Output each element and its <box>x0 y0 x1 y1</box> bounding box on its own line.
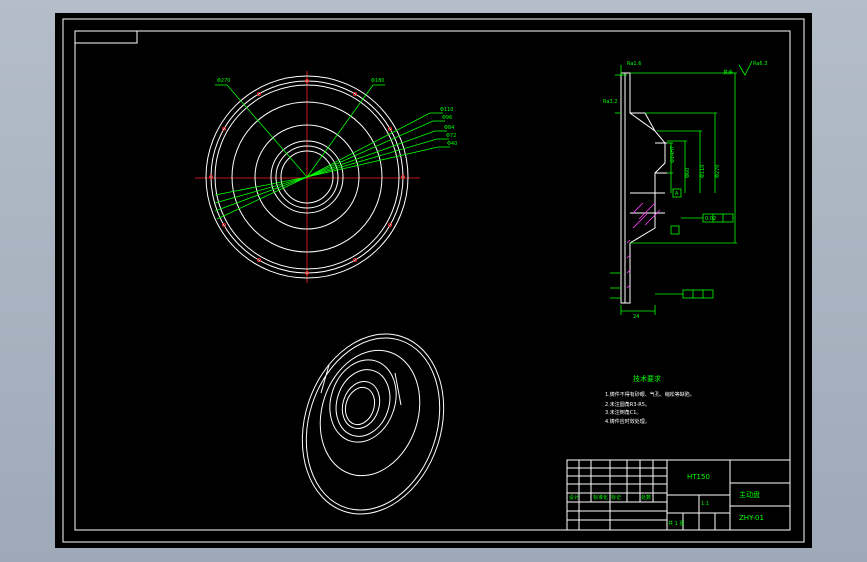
front-label-7: Φ40 <box>447 141 457 147</box>
outer-border <box>62 18 805 543</box>
roughness-symbol <box>738 60 753 76</box>
drawing-sheet: Φ270 Φ180 Φ110 Φ96 Φ84 Φ72 Φ40 Ra1.6 Ra3… <box>55 13 812 548</box>
tech-item-4: 4.铸件应时效处理。 <box>605 418 650 425</box>
side-label-outer: Φ270 <box>715 165 721 178</box>
tb-label-count: 处数 <box>641 494 651 501</box>
side-label-datum: A <box>675 191 679 197</box>
side-label-bore: Φ24H7 <box>670 146 676 163</box>
drawing-canvas: Φ270 Φ180 Φ110 Φ96 Φ84 Φ72 Φ40 Ra1.6 Ra3… <box>62 18 805 543</box>
side-section-view: Ra1.6 Ra3.2 Φ24H7 Φ60 Φ110 Φ270 0.02 A 2… <box>603 61 737 320</box>
front-label-2: Φ180 <box>371 78 384 84</box>
front-view: Φ270 Φ180 Φ110 Φ96 Φ84 Φ72 Φ40 <box>195 71 457 283</box>
isometric-view <box>301 333 445 515</box>
side-label-width: 24 <box>633 314 639 320</box>
technical-requirements: 技术要求 1.铸件不得有砂眼、气孔、缩松等缺陷。 2.未注圆角R3-R5。 3.… <box>605 374 695 425</box>
roughness-note: 其余 <box>723 69 733 76</box>
title-block: 设计 标准化 标记 处数 HT150 主动盘 ZHY-01 1:1 共 1 张 <box>566 459 791 531</box>
front-label-5: Φ84 <box>444 125 454 131</box>
inner-border <box>74 30 791 531</box>
front-label-4: Φ96 <box>442 115 452 121</box>
tb-label-design: 设计 <box>569 494 579 501</box>
side-label-ra32: Ra3.2 <box>603 99 617 105</box>
front-label-6: Φ72 <box>446 133 456 139</box>
tb-scale: 1:1 <box>701 501 709 507</box>
tech-item-2: 2.未注圆角R3-R5。 <box>605 401 650 408</box>
tech-item-1: 1.铸件不得有砂眼、气孔、缩松等缺陷。 <box>605 391 695 398</box>
tb-part-name: 主动盘 <box>739 490 760 499</box>
tech-title: 技术要求 <box>633 374 661 383</box>
side-label-mid: Φ110 <box>700 165 706 178</box>
tb-label-mark: 标记 <box>611 494 621 501</box>
front-label-1: Φ270 <box>217 78 230 84</box>
tb-material: HT150 <box>687 473 710 481</box>
tb-sheet: 共 1 张 <box>668 520 684 527</box>
side-label-ra16: Ra1.6 <box>627 61 641 67</box>
tb-drawing-no: ZHY-01 <box>739 514 764 522</box>
drawing-number-box <box>74 30 138 44</box>
front-label-3: Φ110 <box>440 107 453 113</box>
cad-viewport[interactable]: Φ270 Φ180 Φ110 Φ96 Φ84 Φ72 Φ40 Ra1.6 Ra3… <box>0 0 867 562</box>
tech-item-3: 3.未注倒角C1。 <box>605 409 641 416</box>
tb-label-standard: 标准化 <box>593 494 608 501</box>
side-label-hub: Φ60 <box>685 168 691 178</box>
roughness-value: Ra6.3 <box>753 61 767 67</box>
side-label-tol: 0.02 <box>705 216 716 222</box>
